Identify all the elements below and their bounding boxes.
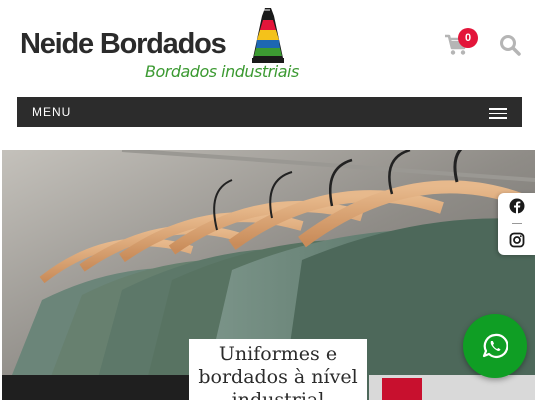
- menu-bar[interactable]: MENU: [17, 97, 522, 127]
- site-logo[interactable]: Neide Bordados Bordados industriais: [20, 6, 299, 86]
- cart-count-badge[interactable]: 0: [458, 28, 478, 48]
- logo-name: Neide Bordados: [20, 28, 227, 60]
- whatsapp-button[interactable]: [463, 314, 527, 378]
- logo-subtitle: Bordados industriais: [145, 62, 299, 81]
- whatsapp-icon: [482, 333, 508, 358]
- instagram-icon[interactable]: [509, 232, 525, 248]
- social-sidebar: [498, 193, 535, 255]
- social-divider: [512, 223, 522, 224]
- thread-spool-icon: [252, 8, 284, 63]
- facebook-icon[interactable]: [509, 198, 525, 214]
- hero-caption: Uniformes e bordados à nível industrial: [189, 339, 367, 400]
- hamburger-icon[interactable]: [489, 108, 507, 119]
- search-icon[interactable]: [499, 34, 521, 56]
- menu-label: MENU: [32, 105, 72, 119]
- site-header: Neide Bordados Bordados industriais 0: [0, 0, 535, 90]
